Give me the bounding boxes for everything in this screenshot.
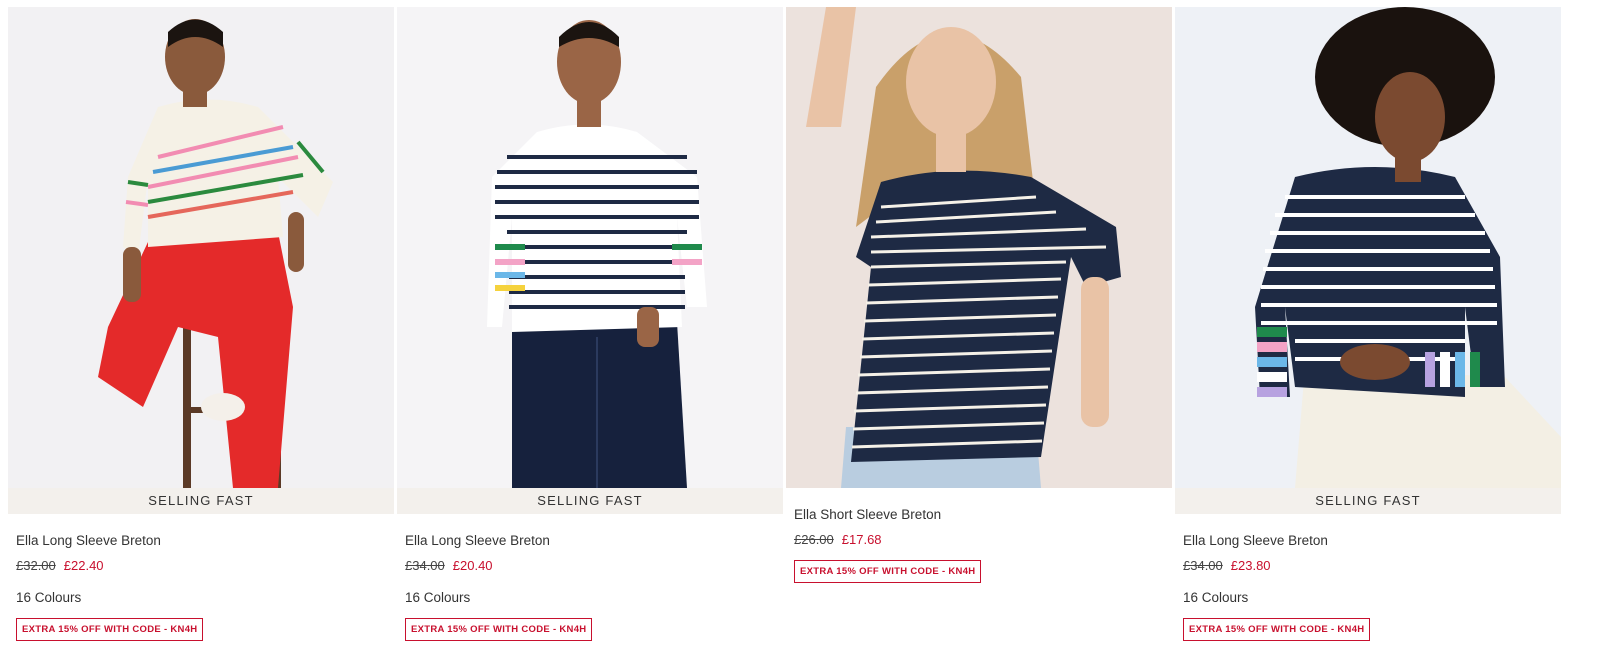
colour-count[interactable]: 16 Colours [16, 589, 386, 607]
colour-count[interactable]: 16 Colours [405, 589, 775, 607]
sale-price: £23.80 [1230, 558, 1271, 573]
product-name[interactable]: Ella Short Sleeve Breton [794, 505, 1164, 525]
original-price: £32.00 [16, 558, 56, 573]
selling-fast-badge: SELLING FAST [8, 488, 394, 514]
selling-fast-badge: SELLING FAST [1175, 488, 1561, 514]
product-info: Ella Long Sleeve Breton £34.00 £20.40 16 … [405, 531, 775, 641]
product-price: £34.00 £20.40 [405, 557, 775, 575]
product-name[interactable]: Ella Long Sleeve Breton [405, 531, 775, 551]
product-card[interactable]: SELLING FAST Ella Long Sleeve Breton £34… [397, 7, 783, 667]
product-image[interactable] [397, 7, 783, 488]
product-card[interactable]: SELLING FAST Ella Long Sleeve Breton £32… [8, 7, 394, 667]
original-price: £34.00 [1183, 558, 1223, 573]
product-image[interactable] [786, 7, 1172, 488]
product-image[interactable] [8, 7, 394, 488]
product-photo [397, 7, 783, 488]
promo-code-badge: EXTRA 15% OFF WITH CODE - KN4H [405, 618, 593, 641]
colour-count[interactable]: 16 Colours [1183, 589, 1553, 607]
product-info: Ella Long Sleeve Breton £32.00 £22.40 16 … [16, 531, 386, 641]
product-grid: SELLING FAST Ella Long Sleeve Breton £32… [8, 7, 1608, 667]
product-info: Ella Short Sleeve Breton £26.00 £17.68 EX… [794, 505, 1164, 583]
product-photo [8, 7, 394, 488]
selling-fast-badge: SELLING FAST [397, 488, 783, 514]
promo-code-badge: EXTRA 15% OFF WITH CODE - KN4H [1183, 618, 1371, 641]
product-price: £26.00 £17.68 [794, 531, 1164, 549]
promo-code-badge: EXTRA 15% OFF WITH CODE - KN4H [794, 560, 982, 583]
product-photo [786, 7, 1172, 488]
promo-code-badge: EXTRA 15% OFF WITH CODE - KN4H [16, 618, 204, 641]
sale-price: £17.68 [841, 532, 882, 547]
product-photo [1175, 7, 1561, 488]
original-price: £34.00 [405, 558, 445, 573]
product-image[interactable] [1175, 7, 1561, 488]
product-card[interactable]: Ella Short Sleeve Breton £26.00 £17.68 EX… [786, 7, 1172, 667]
product-price: £34.00 £23.80 [1183, 557, 1553, 575]
sale-price: £20.40 [452, 558, 493, 573]
product-card[interactable]: SELLING FAST Ella Long Sleeve Breton £34… [1175, 7, 1561, 667]
product-name[interactable]: Ella Long Sleeve Breton [16, 531, 386, 551]
original-price: £26.00 [794, 532, 834, 547]
product-info: Ella Long Sleeve Breton £34.00 £23.80 16 … [1183, 531, 1553, 641]
product-name[interactable]: Ella Long Sleeve Breton [1183, 531, 1553, 551]
sale-price: £22.40 [63, 558, 104, 573]
product-price: £32.00 £22.40 [16, 557, 386, 575]
